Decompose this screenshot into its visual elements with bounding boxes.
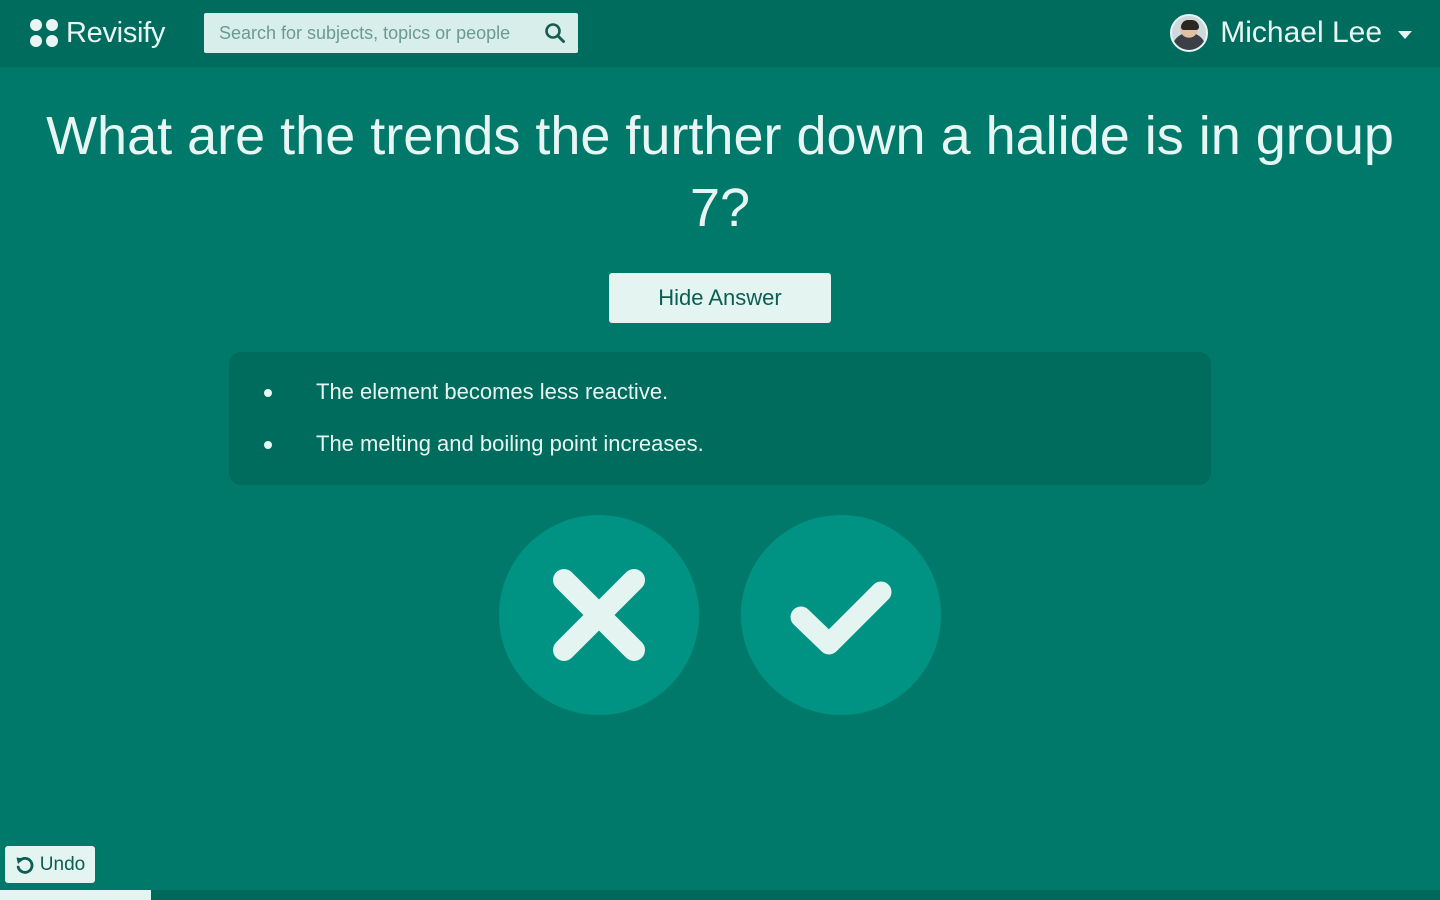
undo-button[interactable]: Undo <box>5 846 95 883</box>
answer-panel: The element becomes less reactive. The m… <box>229 352 1211 485</box>
question-text: What are the trends the further down a h… <box>46 106 1394 238</box>
mark-wrong-button[interactable] <box>499 515 699 715</box>
answer-list: The element becomes less reactive. The m… <box>229 376 1211 480</box>
undo-icon <box>16 856 34 874</box>
revisify-logo[interactable]: Revisify <box>30 16 165 50</box>
answer-point: The element becomes less reactive. <box>229 376 1211 428</box>
search-icon[interactable] <box>544 22 566 44</box>
user-menu[interactable]: Michael Lee <box>1170 13 1412 53</box>
avatar <box>1170 14 1209 52</box>
caret-down-icon <box>1398 30 1412 39</box>
user-name: Michael Lee <box>1220 16 1382 49</box>
search-bar <box>204 13 578 53</box>
answer-point: The melting and boiling point increases. <box>229 428 1211 480</box>
hide-answer-button[interactable]: Hide Answer <box>609 273 831 323</box>
logo-text: Revisify <box>66 16 166 49</box>
logo-dots-icon <box>30 19 58 47</box>
top-bar: Revisify Michael Lee <box>0 0 1440 67</box>
search-input[interactable] <box>204 14 524 52</box>
progress-fill <box>0 890 152 900</box>
undo-label: Undo <box>39 853 86 875</box>
mark-correct-button[interactable] <box>741 515 941 715</box>
close-icon <box>553 569 645 661</box>
progress-bar <box>0 890 1440 900</box>
check-icon <box>790 581 892 655</box>
